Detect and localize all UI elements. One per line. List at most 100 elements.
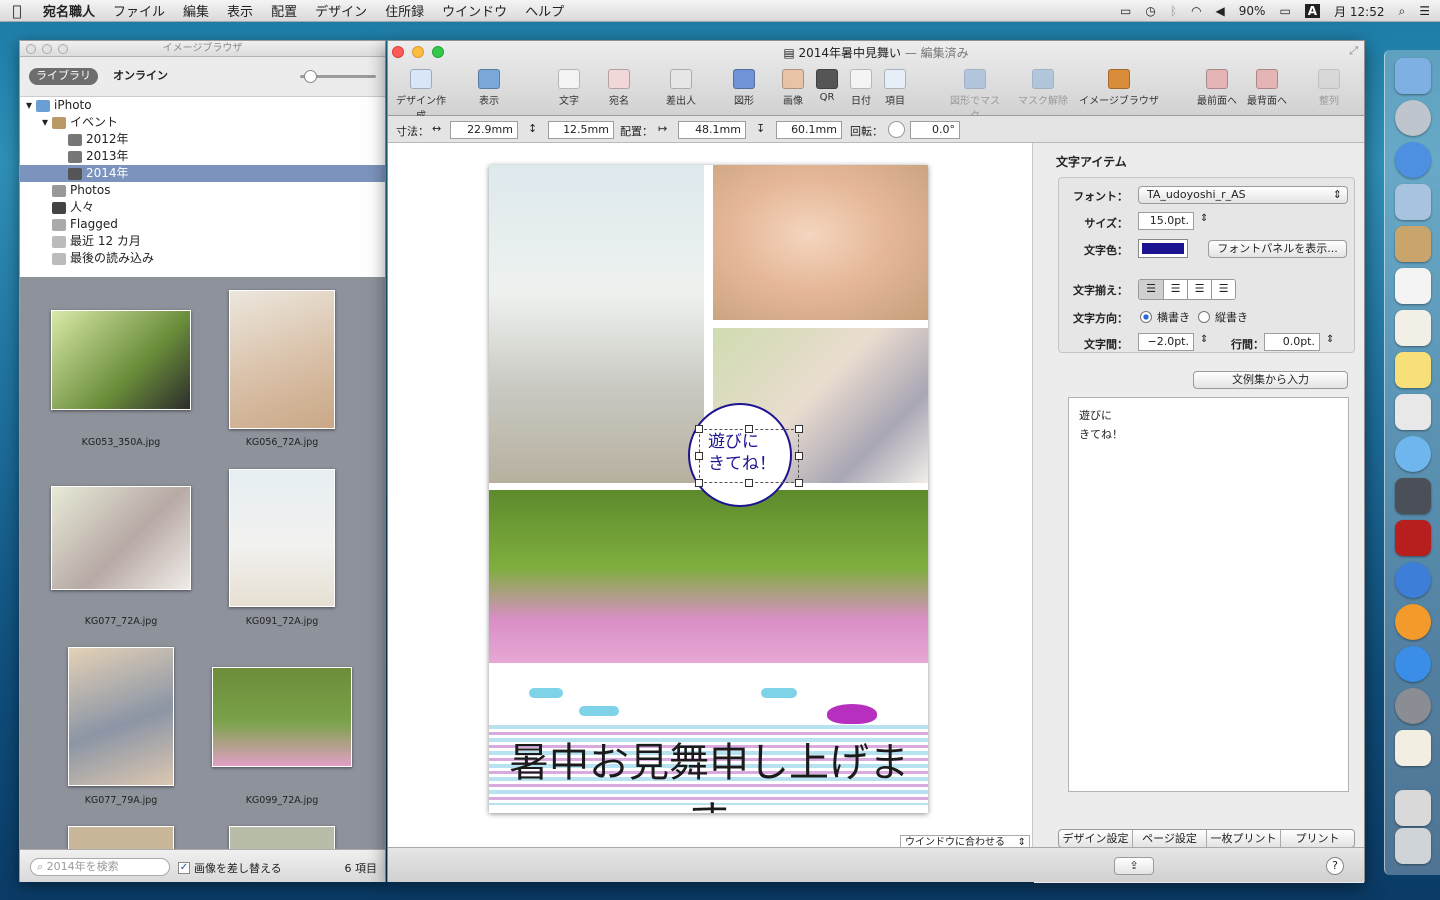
volume-icon[interactable]: ◀: [1216, 4, 1225, 18]
text-content-area[interactable]: 遊びに きてね！: [1068, 397, 1349, 792]
toolbar-address[interactable]: 宛名: [590, 69, 648, 107]
direction-vertical[interactable]: 縦書き: [1198, 309, 1248, 325]
spacing-field[interactable]: −2.0pt.: [1138, 333, 1194, 351]
width-field[interactable]: 22.9mm: [450, 121, 518, 139]
apple-icon[interactable]: : [0, 2, 34, 20]
menu-window[interactable]: ウインドウ: [433, 1, 516, 20]
align-left-icon[interactable]: ☰: [1139, 280, 1163, 299]
system-preferences-icon[interactable]: [1395, 688, 1431, 724]
align-justify-icon[interactable]: ☰: [1211, 280, 1235, 299]
checkbox-checked-icon[interactable]: ✓: [178, 862, 190, 874]
spacing-stepper[interactable]: ⇕: [1200, 334, 1208, 345]
toolbar-align[interactable]: 整列: [1300, 69, 1358, 107]
thumbnail[interactable]: [68, 647, 174, 786]
resize-handle[interactable]: [745, 425, 753, 433]
thumbnail[interactable]: [51, 486, 191, 590]
radio-icon[interactable]: [1198, 311, 1210, 323]
toolbar-mask[interactable]: 図形でマスク: [946, 69, 1004, 122]
time-machine-icon[interactable]: ◷: [1145, 4, 1155, 18]
menu-address[interactable]: 住所録: [376, 1, 433, 20]
align-right-icon[interactable]: ☰: [1187, 280, 1211, 299]
messages-icon[interactable]: [1395, 436, 1431, 472]
font-select[interactable]: TA_udoyoshi_r_AS ⇕: [1138, 186, 1348, 204]
finder-icon[interactable]: [1395, 58, 1431, 94]
selection-frame[interactable]: [699, 429, 799, 483]
resize-handle[interactable]: [695, 479, 703, 487]
toolbar-item[interactable]: 項目: [866, 69, 924, 107]
tree-item-people[interactable]: 人々: [52, 199, 94, 216]
tab-online[interactable]: オンライン: [106, 68, 175, 85]
toolbar-sender[interactable]: 差出人: [652, 69, 710, 107]
resize-handle[interactable]: [695, 452, 703, 460]
photo-baby-face[interactable]: [713, 165, 928, 320]
tree-item-flagged[interactable]: Flagged: [52, 216, 118, 233]
contacts-icon[interactable]: [1395, 226, 1431, 262]
rotation-field[interactable]: 0.0°: [910, 121, 960, 139]
itunes-icon[interactable]: [1395, 562, 1431, 598]
toolbar-view[interactable]: 表示: [460, 69, 518, 107]
tab-single-print[interactable]: 一枚プリント: [1206, 830, 1280, 847]
replace-image-checkbox[interactable]: ✓ 画像を差し替える: [178, 860, 282, 876]
thumbnail[interactable]: [51, 310, 191, 410]
toolbar-send-back[interactable]: 最背面へ: [1238, 69, 1296, 107]
photo-family-beach[interactable]: [489, 165, 704, 483]
leading-field[interactable]: 0.0pt.: [1264, 333, 1320, 351]
tree-item-events[interactable]: ▾ イベント: [42, 114, 118, 131]
photo-babies-lawn[interactable]: [489, 490, 928, 663]
disclosure-open-icon[interactable]: ▾: [26, 97, 32, 114]
notification-icon[interactable]: ☰: [1419, 4, 1430, 18]
menu-arrange[interactable]: 配置: [262, 1, 306, 20]
disclosure-open-icon[interactable]: ▾: [42, 114, 48, 131]
thumbnail[interactable]: [229, 826, 335, 849]
tree-item-last-import[interactable]: 最後の読み込み: [52, 250, 154, 267]
document-icon[interactable]: [1395, 790, 1431, 826]
tab-print[interactable]: プリント: [1280, 830, 1354, 847]
toolbar-unmask[interactable]: マスク解除: [1014, 69, 1072, 107]
toolbar-design-create[interactable]: デザイン作成: [392, 69, 450, 122]
app-store-icon[interactable]: [1395, 646, 1431, 682]
thumbnail[interactable]: [229, 469, 335, 607]
maps-icon[interactable]: [1395, 394, 1431, 430]
resize-handle[interactable]: [795, 452, 803, 460]
size-field[interactable]: 15.0pt.: [1138, 212, 1194, 230]
tree-item-2013[interactable]: 2013年: [68, 148, 129, 165]
thumbnail[interactable]: [212, 667, 352, 767]
font-panel-button[interactable]: フォントパネルを表示...: [1208, 240, 1347, 258]
mail-icon[interactable]: [1395, 184, 1431, 220]
resize-handle[interactable]: [795, 479, 803, 487]
fullscreen-icon[interactable]: ⤢: [1349, 44, 1358, 58]
menu-view[interactable]: 表示: [218, 1, 262, 20]
ibooks-icon[interactable]: [1395, 604, 1431, 640]
atena-shokunin-icon[interactable]: [1395, 730, 1431, 766]
battery-percent[interactable]: 90%: [1239, 4, 1266, 18]
resize-handle[interactable]: [795, 425, 803, 433]
tree-item-photos[interactable]: Photos: [52, 182, 110, 199]
minimize-button[interactable]: [42, 44, 52, 54]
bluetooth-icon[interactable]: ᛒ: [1170, 4, 1177, 18]
share-button[interactable]: ⇪: [1114, 857, 1154, 875]
resize-handle[interactable]: [745, 479, 753, 487]
sample-text-button[interactable]: 文例集から入力: [1193, 371, 1348, 389]
thumb-size-slider[interactable]: [300, 70, 376, 83]
menu-edit[interactable]: 編集: [174, 1, 218, 20]
close-button[interactable]: [26, 44, 36, 54]
menu-file[interactable]: ファイル: [104, 1, 174, 20]
battery-icon[interactable]: ▭: [1279, 4, 1290, 18]
clock[interactable]: 月 12:52: [1334, 3, 1384, 20]
height-field[interactable]: 12.5mm: [548, 121, 614, 139]
calendar-icon[interactable]: [1395, 268, 1431, 304]
tab-design-settings[interactable]: デザイン設定: [1059, 830, 1132, 847]
text-color-well[interactable]: [1138, 239, 1188, 258]
radio-checked-icon[interactable]: [1140, 311, 1152, 323]
photo-booth-icon[interactable]: [1395, 520, 1431, 556]
tree-item-2012[interactable]: 2012年: [68, 131, 129, 148]
help-icon[interactable]: ?: [1326, 857, 1344, 875]
align-center-icon[interactable]: ☰: [1163, 280, 1187, 299]
menu-design[interactable]: デザイン: [306, 1, 376, 20]
wifi-icon[interactable]: ◠: [1191, 4, 1201, 18]
tree-item-2014-selected[interactable]: 2014年: [20, 165, 385, 182]
x-field[interactable]: 48.1mm: [678, 121, 746, 139]
thumbnail[interactable]: [68, 826, 174, 849]
leading-stepper[interactable]: ⇕: [1326, 334, 1334, 345]
menu-help[interactable]: ヘルプ: [516, 1, 573, 20]
